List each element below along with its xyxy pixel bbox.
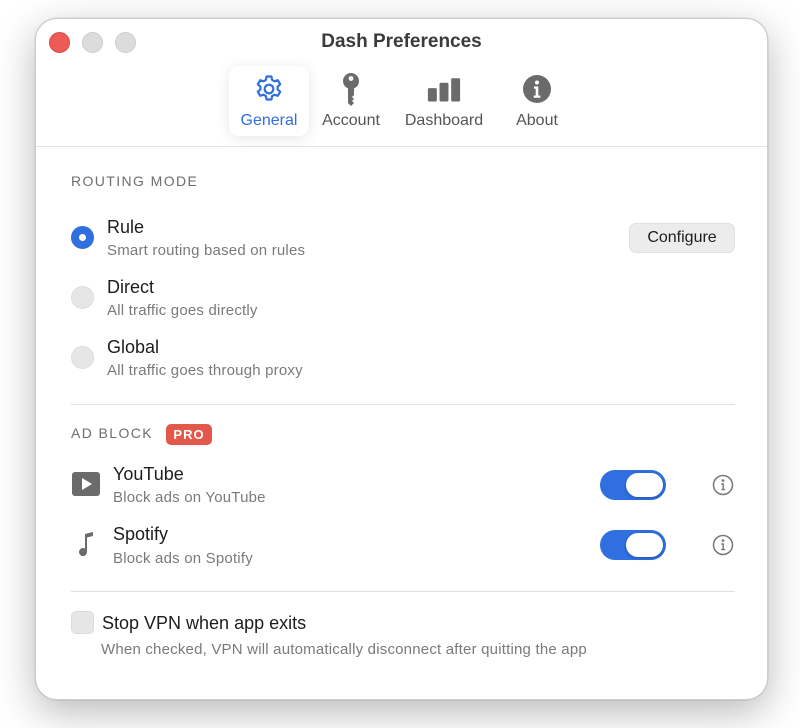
music-note-icon bbox=[72, 531, 100, 559]
stop-vpn-checkbox[interactable] bbox=[71, 611, 94, 634]
tab-general-label: General bbox=[240, 112, 298, 129]
youtube-title: YouTube bbox=[113, 464, 184, 484]
gear-icon bbox=[252, 72, 286, 106]
radio-direct[interactable] bbox=[71, 286, 94, 309]
tab-account-label: Account bbox=[322, 112, 380, 129]
key-icon bbox=[334, 72, 368, 106]
stop-vpn-description: When checked, VPN will automatically dis… bbox=[101, 641, 587, 658]
tab-dashboard[interactable]: Dashboard bbox=[398, 66, 490, 136]
divider bbox=[71, 591, 735, 592]
info-icon[interactable] bbox=[712, 474, 734, 496]
tab-about-label: About bbox=[516, 112, 558, 129]
routing-mode-heading: ROUTING MODE bbox=[71, 173, 199, 189]
radio-global[interactable] bbox=[71, 346, 94, 369]
rule-description: Smart routing based on rules bbox=[107, 242, 306, 259]
window-title: Dash Preferences bbox=[321, 31, 482, 52]
youtube-adblock-toggle[interactable] bbox=[600, 470, 666, 500]
configure-button[interactable]: Configure bbox=[629, 223, 735, 253]
info-circle-icon bbox=[520, 72, 554, 106]
tab-about[interactable]: About bbox=[502, 66, 572, 136]
radio-rule[interactable] bbox=[71, 226, 94, 249]
divider bbox=[71, 404, 735, 405]
youtube-description: Block ads on YouTube bbox=[113, 489, 266, 506]
tab-dashboard-label: Dashboard bbox=[404, 112, 484, 129]
spotify-title: Spotify bbox=[113, 524, 169, 544]
rule-title: Rule bbox=[107, 217, 145, 237]
play-icon bbox=[72, 470, 100, 498]
global-description: All traffic goes through proxy bbox=[107, 362, 303, 379]
direct-description: All traffic goes directly bbox=[107, 302, 258, 319]
tab-account[interactable]: Account bbox=[316, 66, 386, 136]
bar-chart-icon bbox=[427, 72, 461, 106]
spotify-adblock-toggle[interactable] bbox=[600, 530, 666, 560]
spotify-description: Block ads on Spotify bbox=[113, 550, 253, 567]
tab-general[interactable]: General bbox=[229, 66, 309, 136]
direct-title: Direct bbox=[107, 277, 155, 297]
title-bar: Dash Preferences General Account Dashboa… bbox=[36, 19, 767, 147]
info-icon[interactable] bbox=[712, 534, 734, 556]
toolbar-tabs: General Account Dashboard About bbox=[36, 66, 767, 138]
ad-block-heading: AD BLOCK bbox=[71, 425, 153, 441]
preferences-window: Dash Preferences General Account Dashboa… bbox=[35, 18, 768, 700]
pro-badge: PRO bbox=[166, 424, 212, 445]
global-title: Global bbox=[107, 337, 160, 357]
stop-vpn-label: Stop VPN when app exits bbox=[102, 613, 307, 633]
